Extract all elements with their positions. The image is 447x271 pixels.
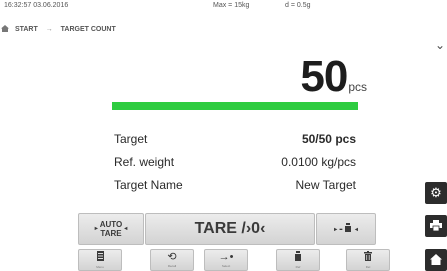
dash-label: -	[339, 223, 343, 235]
delete-button[interactable]: Del	[346, 249, 390, 271]
breadcrumb-start[interactable]: START	[15, 26, 38, 33]
division-label: d = 0.5g	[285, 2, 311, 9]
trash-icon	[364, 251, 372, 265]
datetime-label: 16:32:57 03.06.2016	[4, 2, 69, 9]
home-icon	[430, 253, 442, 268]
piece-icon	[295, 251, 301, 265]
select-button[interactable]: →• Select	[204, 249, 248, 271]
menu-button[interactable]: Menu	[78, 249, 122, 271]
weight-unit: pcs	[348, 80, 367, 94]
delete-label: Del	[365, 265, 371, 269]
collapse-icon[interactable]: ⌄	[433, 38, 447, 52]
breadcrumb-current: TARGET COUNT	[60, 26, 116, 33]
tick-right-icon: ▸	[334, 226, 338, 233]
arrow-right-icon: →	[45, 26, 53, 33]
tick-right-icon: ▸	[94, 225, 98, 232]
ref-weight-value: 0.0100 kg/pcs	[281, 154, 356, 169]
info-row-ref-weight: Ref. weight 0.0100 kg/pcs	[114, 150, 356, 173]
select-label: Select	[221, 264, 231, 268]
target-name-value: New Target	[295, 177, 356, 192]
piece-weight-button[interactable]: ▸ - ◂	[316, 213, 376, 245]
menu-icon	[96, 251, 104, 265]
settings-button[interactable]: ⚙	[425, 182, 447, 204]
tare-zero-label: TARE /›0‹	[194, 220, 266, 237]
arrow-to-icon: →•	[218, 251, 234, 263]
home-icon[interactable]	[0, 25, 13, 34]
reference-button[interactable]: Ref	[276, 249, 320, 271]
ref-weight-label: Ref. weight	[114, 154, 175, 169]
target-progress-fill	[112, 102, 358, 110]
print-button[interactable]	[425, 215, 447, 237]
target-name-label: Target Name	[114, 177, 183, 192]
info-panel: Target 50/50 pcs Ref. weight 0.0100 kg/p…	[114, 127, 356, 196]
function-button-row: ▸ AUTO TARE ◂ TARE /›0‹ ▸ - ◂	[78, 213, 376, 245]
tick-left-icon: ◂	[354, 226, 358, 233]
weight-value: 50	[300, 52, 348, 101]
home-button[interactable]	[425, 249, 447, 271]
target-value: 50/50 pcs	[301, 131, 356, 146]
piece-icon	[344, 223, 351, 235]
recall-button[interactable]: ⟲ Recall	[150, 249, 194, 271]
top-bar: 16:32:57 03.06.2016 Max = 15kg d = 0.5g …	[0, 0, 447, 52]
auto-tare-button[interactable]: ▸ AUTO TARE ◂	[78, 213, 144, 245]
max-capacity-label: Max = 15kg	[213, 2, 250, 9]
weight-display: 50pcs	[300, 52, 367, 102]
target-label: Target	[114, 131, 148, 146]
reference-label: Ref	[295, 265, 301, 269]
menu-label: Menu	[96, 265, 104, 269]
printer-icon	[430, 219, 442, 234]
info-row-target-name: Target Name New Target	[114, 173, 356, 196]
info-row-target: Target 50/50 pcs	[114, 127, 356, 150]
breadcrumb: START → TARGET COUNT	[0, 25, 116, 34]
recall-label: Recall	[167, 264, 177, 268]
target-progress-bar	[112, 102, 358, 110]
auto-tare-line1: AUTO	[99, 220, 123, 229]
gear-icon: ⚙	[430, 185, 442, 200]
recall-icon: ⟲	[167, 251, 177, 263]
tick-left-icon: ◂	[124, 225, 128, 232]
tare-zero-button[interactable]: TARE /›0‹	[145, 213, 315, 245]
auto-tare-line2: TARE	[100, 229, 122, 238]
auto-tare-label: AUTO TARE	[100, 220, 123, 238]
